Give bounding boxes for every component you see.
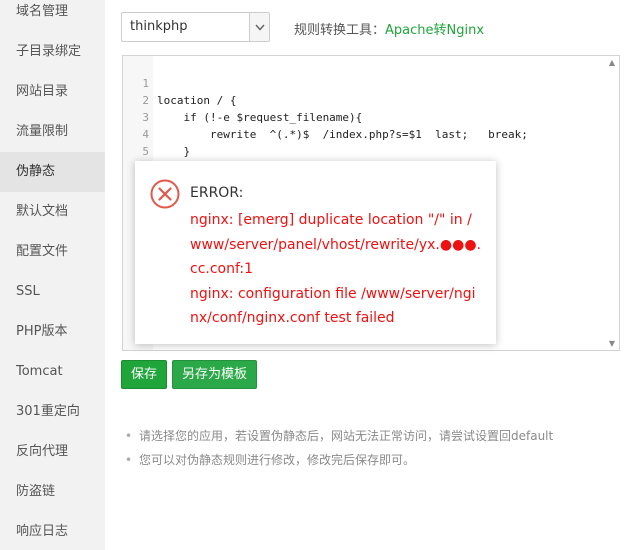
sidebar-item-hotlink-protection[interactable]: 防盗链	[0, 472, 105, 512]
code-line: 2 if (!-e $request_filename){	[123, 75, 619, 124]
select-value: thinkphp	[130, 19, 188, 34]
sidebar-item-rewrite[interactable]: 伪静态	[0, 152, 105, 192]
sidebar-item-traffic-limit[interactable]: 流量限制	[0, 112, 105, 152]
sidebar-item-php-version[interactable]: PHP版本	[0, 312, 105, 352]
sidebar-item-site-directory[interactable]: 网站目录	[0, 72, 105, 112]
sidebar-item-domain-management[interactable]: 域名管理	[0, 0, 105, 32]
line-number: 5	[142, 145, 149, 158]
converter-label: 规则转换工具：	[294, 23, 386, 38]
sidebar-item-response-log[interactable]: 响应日志	[0, 512, 105, 550]
apache-to-nginx-link[interactable]: Apache转Nginx	[385, 23, 484, 38]
code-line: 4 }	[123, 109, 619, 158]
bullet-icon: •	[125, 453, 133, 467]
sidebar-item-reverse-proxy[interactable]: 反向代理	[0, 432, 105, 472]
tips-list: • 请选择您的应用，若设置伪静态后，网站无法正常访问，请尝试设置回default …	[121, 424, 621, 472]
tip-text: 请选择您的应用，若设置伪静态后，网站无法正常访问，请尝试设置回default	[139, 429, 554, 443]
code-line: 3 rewrite ^(.*)$ /index.php?s=$1 last; b…	[123, 92, 619, 141]
rewrite-template-select[interactable]: thinkphp	[121, 12, 270, 42]
sidebar-item-tomcat[interactable]: Tomcat	[0, 352, 105, 392]
sidebar-item-subdirectory-binding[interactable]: 子目录绑定	[0, 32, 105, 72]
sidebar: 域名管理 子目录绑定 网站目录 流量限制 伪静态 默认文档 配置文件 SSL P…	[0, 0, 105, 550]
sidebar-item-config-file[interactable]: 配置文件	[0, 232, 105, 272]
chevron-down-icon[interactable]	[249, 13, 269, 41]
error-message-line: nginx: [emerg] duplicate location "/" in…	[190, 212, 481, 277]
tip-item: • 请选择您的应用，若设置伪静态后，网站无法正常访问，请尝试设置回default	[121, 424, 621, 448]
tip-item: • 您可以对伪静态规则进行修改，修改完后保存即可。	[121, 448, 621, 472]
error-title: ERROR:	[190, 185, 244, 201]
error-message: nginx: [emerg] duplicate location "/" in…	[190, 208, 482, 331]
sidebar-item-301-redirect[interactable]: 301重定向	[0, 392, 105, 432]
scroll-down-icon[interactable]: ▼	[609, 339, 615, 348]
error-dialog: ERROR: nginx: [emerg] duplicate location…	[135, 161, 496, 344]
error-circle-x-icon	[150, 179, 180, 209]
tip-text: 您可以对伪静态规则进行修改，修改完后保存即可。	[139, 453, 416, 467]
code-line: 5 }	[123, 126, 619, 175]
sidebar-item-ssl[interactable]: SSL	[0, 272, 105, 312]
bullet-icon: •	[125, 429, 133, 443]
scroll-up-icon[interactable]: ▲	[609, 58, 615, 67]
code-line: 1 location / {	[123, 58, 619, 107]
sidebar-item-default-document[interactable]: 默认文档	[0, 192, 105, 232]
save-button[interactable]: 保存	[121, 360, 168, 389]
save-as-template-button[interactable]: 另存为模板	[172, 360, 258, 389]
converter-tool: 规则转换工具：Apache转Nginx	[294, 19, 484, 38]
error-message-line: nginx: configuration file /www/server/ng…	[190, 285, 476, 327]
